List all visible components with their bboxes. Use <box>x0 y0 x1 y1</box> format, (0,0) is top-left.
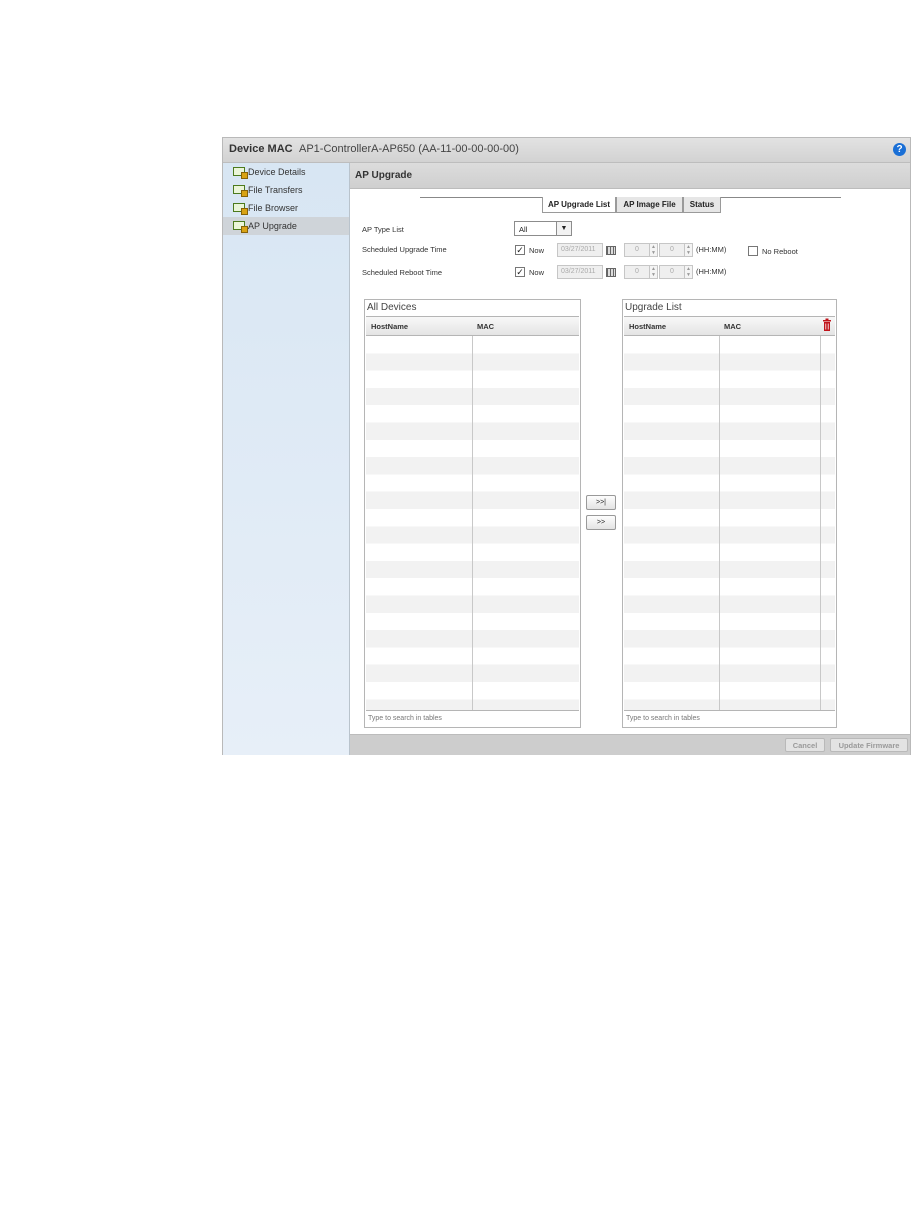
upgrade-date-field[interactable]: 03/27/2011 <box>557 243 603 257</box>
trash-icon[interactable] <box>822 318 832 332</box>
device-mac-value: AP1-ControllerA-AP650 (AA-11-00-00-00-00… <box>299 143 519 155</box>
upgrade-list-title: Upgrade List <box>625 302 682 313</box>
reboot-minute-field[interactable]: 0 <box>659 265 685 279</box>
sidebar-item-label: AP Upgrade <box>248 221 297 231</box>
ap-type-label: AP Type List <box>362 225 404 234</box>
column-divider <box>719 336 720 711</box>
move-selected-button[interactable]: >> <box>586 515 616 530</box>
table-header: HostName MAC <box>624 317 835 336</box>
all-devices-panel: All Devices HostName MAC Type to search … <box>364 299 581 728</box>
hour-spinner-button[interactable]: ▲ ▼ <box>649 243 658 257</box>
upgrade-list-table[interactable]: HostName MAC <box>624 316 835 711</box>
column-header-mac[interactable]: MAC <box>477 322 494 331</box>
device-icon <box>233 203 248 215</box>
table-header: HostName MAC <box>366 317 579 336</box>
title-bar: Device MAC AP1-ControllerA-AP650 (AA-11-… <box>223 138 910 163</box>
calendar-icon[interactable] <box>606 246 616 255</box>
device-mac-label: Device MAC <box>229 143 293 155</box>
main-content: AP Upgrade AP Upgrade List AP Image File… <box>350 163 910 755</box>
cancel-button[interactable]: Cancel <box>785 738 825 752</box>
all-devices-title: All Devices <box>367 302 417 313</box>
tab-ap-upgrade-list[interactable]: AP Upgrade List <box>542 197 616 213</box>
sidebar-item-label: Device Details <box>248 167 306 177</box>
move-all-button[interactable]: >>| <box>586 495 616 510</box>
upgrade-now-label: Now <box>529 246 545 255</box>
hour-spinner-button[interactable]: ▲ ▼ <box>649 265 658 279</box>
device-icon <box>233 185 248 197</box>
upgrade-minute-field[interactable]: 0 <box>659 243 685 257</box>
section-header: AP Upgrade <box>350 163 910 189</box>
help-icon[interactable]: ? <box>893 143 906 156</box>
reboot-now-checkbox[interactable]: ✓ <box>515 267 525 277</box>
column-header-mac[interactable]: MAC <box>724 322 741 331</box>
sidebar-item-file-transfers[interactable]: File Transfers <box>223 181 349 199</box>
sidebar-item-device-details[interactable]: Device Details <box>223 163 349 181</box>
all-devices-table[interactable]: HostName MAC <box>366 316 579 711</box>
calendar-icon[interactable] <box>606 268 616 277</box>
device-icon <box>233 221 248 233</box>
upgrade-hour-field[interactable]: 0 <box>624 243 650 257</box>
update-firmware-button[interactable]: Update Firmware <box>830 738 908 752</box>
sidebar-item-label: File Browser <box>248 203 299 213</box>
upgrade-list-search-input[interactable]: Type to search in tables <box>624 710 835 726</box>
sidebar-item-label: File Transfers <box>248 185 303 195</box>
upgrade-now-checkbox[interactable]: ✓ <box>515 245 525 255</box>
no-reboot-label: No Reboot <box>762 247 798 256</box>
reboot-now-label: Now <box>529 268 545 277</box>
upgrade-time-label: Scheduled Upgrade Time <box>362 245 447 254</box>
table-body <box>624 336 835 711</box>
device-mac-window: Device MAC AP1-ControllerA-AP650 (AA-11-… <box>222 137 911 755</box>
reboot-time-label: Scheduled Reboot Time <box>362 268 443 277</box>
reboot-hour-field[interactable]: 0 <box>624 265 650 279</box>
minute-spinner-button[interactable]: ▲ ▼ <box>684 265 693 279</box>
no-reboot-checkbox[interactable] <box>748 246 758 256</box>
sidebar: Device Details File Transfers File Brows… <box>223 163 350 755</box>
table-body <box>366 336 579 711</box>
all-devices-search-input[interactable]: Type to search in tables <box>366 710 579 726</box>
column-divider <box>472 336 473 711</box>
column-header-hostname[interactable]: HostName <box>629 322 666 331</box>
sidebar-item-file-browser[interactable]: File Browser <box>223 199 349 217</box>
column-divider <box>820 336 821 711</box>
chevron-down-icon: ▼ <box>556 222 571 235</box>
device-icon <box>233 167 248 179</box>
footer-bar: Cancel Update Firmware <box>350 734 910 755</box>
ap-type-select[interactable]: All ▼ <box>514 221 572 236</box>
section-title: AP Upgrade <box>355 170 413 181</box>
sidebar-item-ap-upgrade[interactable]: AP Upgrade <box>223 217 349 235</box>
column-header-hostname[interactable]: HostName <box>371 322 408 331</box>
time-format-label: (HH:MM) <box>696 267 727 276</box>
minute-spinner-button[interactable]: ▲ ▼ <box>684 243 693 257</box>
tab-status[interactable]: Status <box>683 197 721 213</box>
tab-ap-image-file[interactable]: AP Image File <box>616 197 683 213</box>
ap-type-value: All <box>519 225 528 234</box>
time-format-label: (HH:MM) <box>696 245 727 254</box>
reboot-date-field[interactable]: 03/27/2011 <box>557 265 603 279</box>
upgrade-list-panel: Upgrade List HostName MAC Type to search… <box>622 299 837 728</box>
